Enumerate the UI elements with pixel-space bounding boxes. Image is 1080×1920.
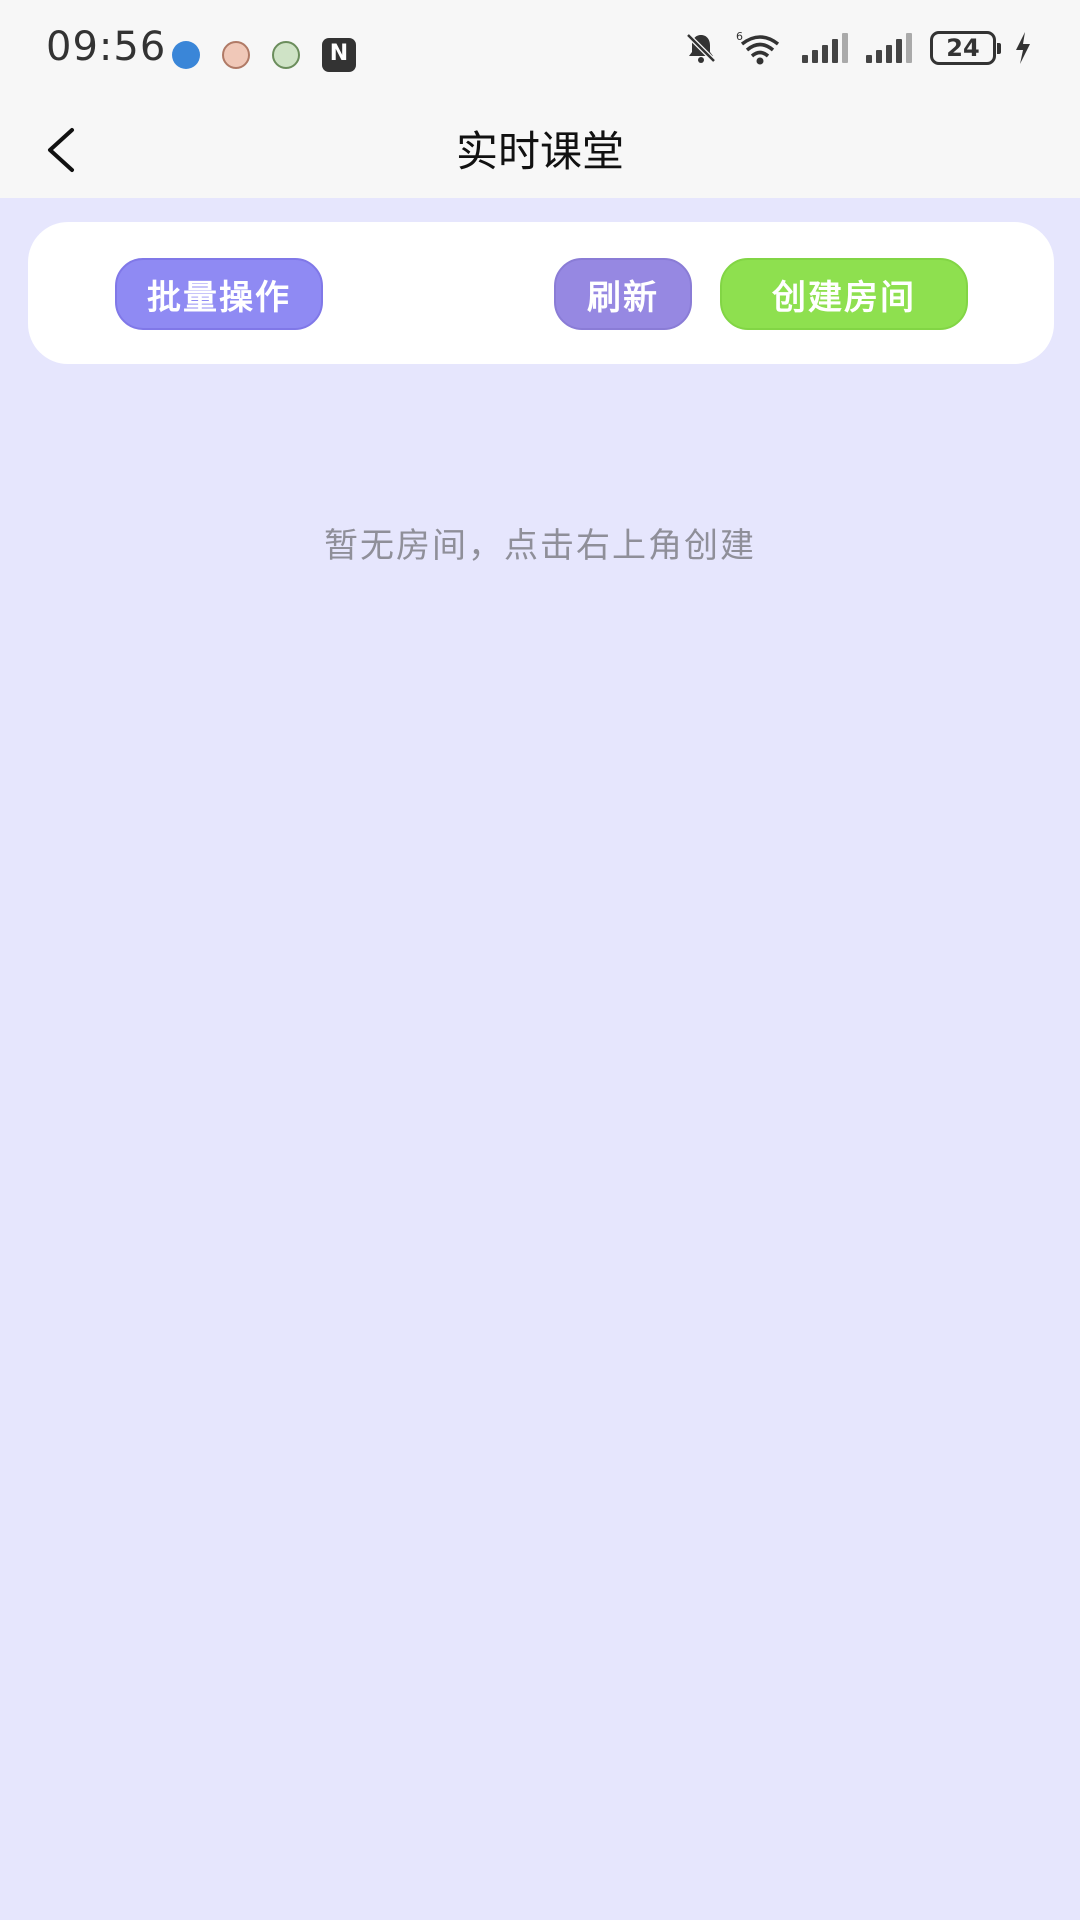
notification-icons [172,38,356,72]
create-room-button[interactable]: 创建房间 [720,258,968,330]
mute-bell-icon [686,33,716,63]
top-app-bar: 实时课堂 [0,102,1080,198]
signal-icon [802,33,848,63]
refresh-button[interactable]: 刷新 [554,258,692,330]
status-bar: 09:56 6 24 [0,0,1080,102]
svg-text:6: 6 [736,30,743,43]
wifi-icon: 6 [736,30,780,65]
system-icons: 6 24 [684,30,1032,66]
bluetooth-chat-icon [172,41,200,69]
battery-icon: 24 [930,31,1001,65]
toolbar-card: 批量操作 刷新 创建房间 [28,222,1054,364]
charging-icon [1016,32,1030,64]
battery-level: 24 [946,34,980,62]
signal-icon [866,33,912,63]
batch-operation-button[interactable]: 批量操作 [115,258,323,330]
status-time: 09:56 [46,24,167,70]
nfc-icon [322,38,356,72]
page-title: 实时课堂 [455,127,624,176]
empty-state-message: 暂无房间，点击右上角创建 [324,526,756,566]
face-app-icon [272,41,300,69]
pig-app-icon [222,41,250,69]
